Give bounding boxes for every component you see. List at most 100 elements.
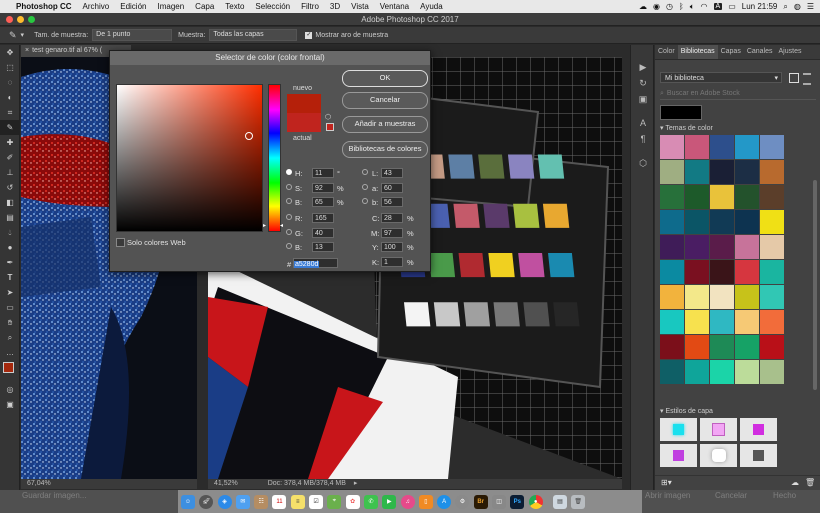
cmyk-y-input[interactable]: 100 [381,242,403,252]
layer-styles-header[interactable]: ▾ Estilos de capa [660,407,713,415]
trash-icon[interactable]: 🗑︎ [805,478,815,487]
downloads-folder-icon[interactable]: ▤ [552,494,567,509]
type-tool-icon[interactable]: T [0,270,20,285]
color-theme-swatch[interactable] [660,260,684,284]
info-panel-icon[interactable]: ▣ [631,91,655,107]
hex-input[interactable]: a5280d [293,258,338,268]
path-select-tool-icon[interactable]: ➤ [0,285,20,300]
foreground-color[interactable] [3,362,14,373]
layer-style-thumb[interactable] [740,444,777,467]
color-theme-swatch[interactable] [710,335,734,359]
color-theme-swatch[interactable] [710,285,734,309]
color-theme-swatch[interactable] [660,185,684,209]
color-theme-swatch[interactable] [685,235,709,259]
wifi-icon[interactable]: ◠ [701,2,708,11]
trash-dock-icon[interactable]: 🗑︎ [571,494,586,509]
mail-icon[interactable]: ✉ [235,494,250,509]
tab-adjustments[interactable]: Ajustes [776,45,805,59]
actions-panel-icon[interactable]: ↻ [631,75,655,91]
red-input[interactable]: 165 [312,213,334,223]
saturation-radio[interactable] [286,184,292,190]
3d-panel-icon[interactable]: ⬡ [631,155,655,171]
lab-a-radio[interactable] [362,184,368,190]
layer-style-thumb[interactable] [700,444,737,467]
color-theme-swatch[interactable] [760,135,784,159]
color-theme-swatch[interactable] [735,135,759,159]
color-theme-swatch[interactable] [760,210,784,234]
menu-vista[interactable]: Vista [351,2,369,11]
sample-size-select[interactable]: De 1 punto [92,29,173,41]
color-theme-swatch[interactable] [735,285,759,309]
bluetooth-icon[interactable]: ᛒ [679,2,684,11]
volume-icon[interactable]: 🔈︎ [690,2,695,12]
shape-tool-icon[interactable]: ▭ [0,300,20,315]
color-theme-row[interactable] [660,260,785,284]
history-panel-icon[interactable]: ▶ [631,59,655,75]
color-picker-cursor[interactable] [245,132,253,140]
grid-view-icon[interactable] [789,73,799,83]
color-theme-swatch[interactable] [710,310,734,334]
color-theme-swatch[interactable] [685,310,709,334]
marquee-tool-icon[interactable]: ⬚ [0,60,20,75]
color-theme-swatch[interactable] [685,160,709,184]
web-only-checkbox[interactable] [116,238,125,247]
lab-l-input[interactable]: 43 [381,168,403,178]
crop-tool-icon[interactable]: ⌗ [0,105,20,120]
color-theme-swatch[interactable] [710,360,734,384]
list-view-icon[interactable] [803,73,811,85]
ibooks-icon[interactable]: ▯ [418,494,433,509]
eraser-tool-icon[interactable]: ◧ [0,195,20,210]
spotlight-icon[interactable]: ⌕ [783,2,787,12]
color-theme-row[interactable] [660,185,785,209]
color-theme-row[interactable] [660,235,785,259]
menu-archivo[interactable]: Archivo [83,2,110,11]
tab-layers[interactable]: Capas [718,45,744,59]
safari-icon[interactable]: ◈ [217,494,232,509]
menu-capa[interactable]: Capa [195,2,214,11]
color-theme-swatch[interactable] [685,285,709,309]
color-theme-swatch[interactable] [735,310,759,334]
paragraph-panel-icon[interactable]: ¶ [631,131,655,147]
color-theme-swatch[interactable] [710,160,734,184]
sample-select[interactable]: Todas las capas [209,29,298,41]
color-theme-swatch[interactable] [760,360,784,384]
cmyk-c-input[interactable]: 28 [381,213,403,223]
menu-texto[interactable]: Texto [225,2,244,11]
color-theme-swatch[interactable] [685,185,709,209]
photoshop-icon[interactable]: Ps [510,494,525,509]
photos-icon[interactable]: ✿ [345,494,360,509]
color-theme-swatch[interactable] [710,260,734,284]
color-theme-swatch[interactable] [685,135,709,159]
siri-icon[interactable]: ◍ [794,2,801,11]
color-theme-swatch[interactable] [710,185,734,209]
color-theme-swatch[interactable] [660,310,684,334]
layer-style-thumb[interactable] [660,444,697,467]
more-tools-icon[interactable]: … [0,345,20,360]
color-theme-swatch[interactable] [660,160,684,184]
color-theme-swatch[interactable] [710,210,734,234]
itunes-icon[interactable]: ♫ [400,494,415,509]
menu-imagen[interactable]: Imagen [157,2,184,11]
blue-radio[interactable] [286,243,292,249]
color-theme-swatch[interactable] [760,335,784,359]
cancel-button[interactable]: Cancelar [342,92,428,109]
color-theme-row[interactable] [660,210,785,234]
color-theme-swatch[interactable] [660,135,684,159]
dodge-tool-icon[interactable]: ● [0,240,20,255]
ok-button[interactable]: OK [342,70,428,87]
color-theme-swatch[interactable] [760,260,784,284]
color-theme-swatch[interactable] [760,285,784,309]
maps-icon[interactable]: ⌖ [327,494,342,509]
time-machine-icon[interactable]: ◷ [666,2,673,11]
notifications-icon[interactable]: ☰ [807,2,814,11]
color-theme-swatch[interactable] [735,335,759,359]
menu-ventana[interactable]: Ventana [380,2,409,11]
bridge-icon[interactable]: Br [473,494,488,509]
quick-mask-icon[interactable]: ◎ [0,382,20,397]
color-theme-swatch[interactable] [685,360,709,384]
foreground-swatch[interactable] [660,105,702,120]
cloud-icon[interactable]: ☁ [639,2,647,11]
menubar-clock[interactable]: Lun 21:59 [742,2,778,11]
lasso-tool-icon[interactable]: ◌ [0,75,20,90]
color-theme-swatch[interactable] [685,335,709,359]
